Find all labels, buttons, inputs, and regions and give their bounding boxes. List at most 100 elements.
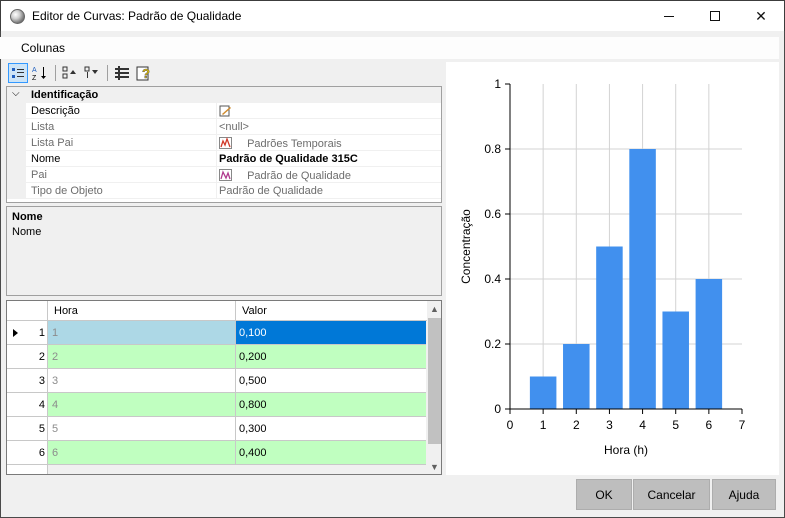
table-row[interactable]: 4 4 0,800 <box>7 393 427 417</box>
row-header[interactable]: 5 <box>7 417 48 441</box>
bar-hora-3 <box>596 246 623 409</box>
property-value-text: Padrões Temporais <box>247 138 342 150</box>
cell-hora[interactable]: 6 <box>48 441 236 465</box>
bar-hora-5 <box>662 311 689 409</box>
help-toggle-button[interactable]: ? <box>134 63 154 83</box>
property-row-tipo-objeto[interactable]: Tipo de Objeto Padrão de Qualidade <box>7 183 441 199</box>
minimize-button[interactable] <box>646 1 692 31</box>
row-gutter <box>7 167 26 183</box>
y-tick-label: 0 <box>494 402 501 416</box>
current-row-arrow-icon <box>13 329 18 337</box>
sort-z-letter: Z <box>32 75 37 81</box>
scroll-up-icon[interactable]: ▲ <box>427 301 441 316</box>
table-row-new[interactable] <box>7 465 427 474</box>
table-row[interactable]: 6 6 0,400 <box>7 441 427 465</box>
row-gutter <box>7 183 26 199</box>
table-row[interactable]: 5 5 0,300 <box>7 417 427 441</box>
cell-hora[interactable]: 1 <box>48 321 236 345</box>
x-tick-label: 7 <box>739 418 746 432</box>
column-header-valor[interactable]: Valor <box>236 301 427 321</box>
row-number: 1 <box>38 327 45 339</box>
menu-colunas[interactable]: Colunas <box>21 41 65 55</box>
property-row-nome[interactable]: Nome Padrão de Qualidade 315C <box>7 151 441 167</box>
toolbar-separator <box>55 65 56 81</box>
column-divider <box>216 119 217 135</box>
x-tick-label: 2 <box>573 418 580 432</box>
table-row[interactable]: 1 1 0,100 <box>7 321 427 345</box>
quality-pattern-icon <box>219 169 232 181</box>
y-axis-title: Concentração <box>459 209 473 284</box>
row-header[interactable]: 3 <box>7 369 48 393</box>
toolbar-separator <box>107 65 108 81</box>
alphabetical-sort-button[interactable]: A Z <box>30 63 50 83</box>
property-value[interactable] <box>219 105 244 118</box>
cell-valor[interactable]: 0,100 <box>236 321 426 345</box>
table-row[interactable]: 2 2 0,200 <box>7 345 427 369</box>
chart-panel: 0 1 2 3 4 5 6 7 0 0.2 0.4 0.6 0.8 1 Hora (h) Concentraç… <box>446 62 779 475</box>
row-number: 4 <box>38 399 45 411</box>
maximize-button[interactable] <box>692 1 738 31</box>
row-number: 5 <box>38 423 45 435</box>
cell-hora[interactable]: 5 <box>48 417 236 441</box>
property-value[interactable]: Padrões Temporais <box>219 137 342 150</box>
chevron-down-icon[interactable]: ⌵ <box>12 88 20 99</box>
property-value[interactable]: Padrão de Qualidade <box>219 169 351 182</box>
scroll-down-icon[interactable]: ▼ <box>427 459 441 474</box>
table-row[interactable]: 3 3 0,500 <box>7 369 427 393</box>
scroll-thumb[interactable] <box>428 318 441 444</box>
edit-note-icon <box>219 105 231 117</box>
property-name: Lista Pai <box>31 137 74 149</box>
property-help-panel: Nome Nome <box>6 206 442 296</box>
x-axis-title: Hora (h) <box>604 443 648 457</box>
cell-hora[interactable]: 3 <box>48 369 236 393</box>
property-row-lista[interactable]: Lista <null> <box>7 119 441 135</box>
cell-hora[interactable]: 4 <box>48 393 236 417</box>
category-label: Identificação <box>31 89 99 101</box>
help-button[interactable]: Ajuda <box>712 479 776 510</box>
x-tick-label: 4 <box>639 418 646 432</box>
cell-valor[interactable]: 0,300 <box>236 417 426 441</box>
property-value[interactable]: Padrão de Qualidade <box>219 185 323 197</box>
bar-chart: 0 1 2 3 4 5 6 7 0 0.2 0.4 0.6 0.8 1 Hora (h) Concentraç… <box>459 77 746 457</box>
property-row-pai[interactable]: Pai Padrão de Qualidade <box>7 167 441 183</box>
row-header[interactable]: 6 <box>7 441 48 465</box>
property-row-descricao[interactable]: Descrição <box>7 103 441 119</box>
property-value[interactable]: <null> <box>219 121 249 133</box>
grid-vertical-scrollbar[interactable]: ▲ ▼ <box>427 301 441 474</box>
cell-valor[interactable]: 0,400 <box>236 441 426 465</box>
column-divider <box>216 135 217 151</box>
row-header[interactable]: 2 <box>7 345 48 369</box>
bar-hora-6 <box>695 279 723 409</box>
menu-bar: Colunas <box>0 37 779 59</box>
move-down-button[interactable] <box>82 63 102 83</box>
row-header[interactable] <box>7 465 48 474</box>
cell-hora[interactable]: 2 <box>48 345 236 369</box>
property-value-text: Padrão de Qualidade <box>247 170 352 182</box>
app-icon <box>10 9 25 24</box>
property-row-lista-pai[interactable]: Lista Pai Padrões Temporais <box>7 135 441 151</box>
y-tick-label: 0.4 <box>484 272 501 286</box>
row-gutter <box>7 135 26 151</box>
ok-button[interactable]: OK <box>576 479 632 510</box>
title-bar: Editor de Curvas: Padrão de Qualidade ✕ <box>0 0 785 31</box>
cancel-button[interactable]: Cancelar <box>633 479 710 510</box>
grid-corner[interactable] <box>7 301 48 321</box>
close-button[interactable]: ✕ <box>738 1 784 31</box>
row-header[interactable]: 4 <box>7 393 48 417</box>
cell-valor[interactable]: 0,200 <box>236 345 426 369</box>
column-header-hora[interactable]: Hora <box>48 301 236 321</box>
property-name: Nome <box>31 153 61 165</box>
help-title: Nome <box>12 211 43 223</box>
cell-valor[interactable]: 0,800 <box>236 393 426 417</box>
property-value[interactable]: Padrão de Qualidade 315C <box>219 153 358 165</box>
category-identificacao[interactable]: ⌵ Identificação <box>7 87 441 103</box>
cell-valor[interactable]: 0,500 <box>236 369 426 393</box>
property-pages-button[interactable] <box>112 63 132 83</box>
categorized-view-button[interactable] <box>8 63 28 83</box>
property-name: Descrição <box>31 105 80 117</box>
column-divider <box>216 151 217 167</box>
x-tick-label: 6 <box>706 418 713 432</box>
row-header[interactable]: 1 <box>7 321 48 345</box>
move-up-button[interactable] <box>60 63 80 83</box>
property-grid: ⌵ Identificação Descrição Lista <null> L… <box>6 86 442 203</box>
